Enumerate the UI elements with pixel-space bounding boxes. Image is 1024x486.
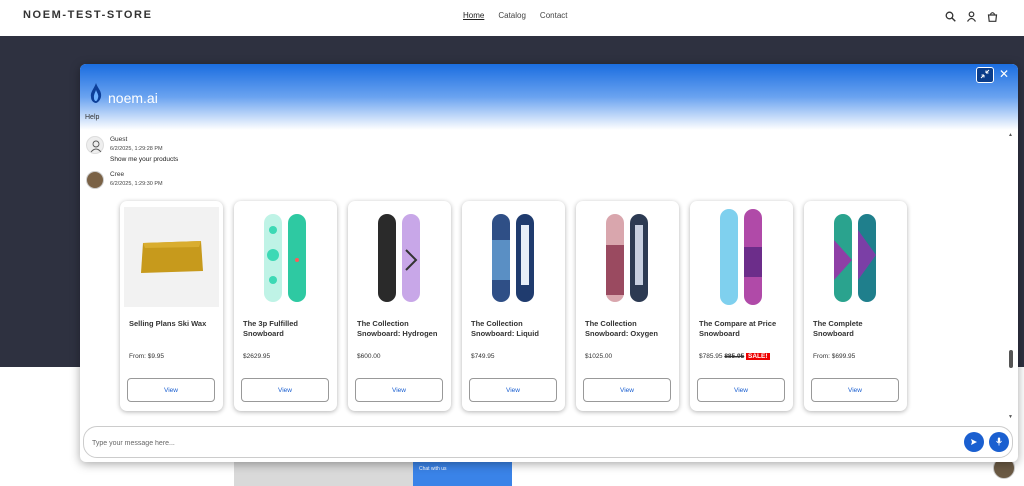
product-image[interactable]	[580, 207, 675, 307]
send-icon	[970, 433, 978, 451]
collapse-icon	[980, 66, 990, 84]
product-title: The 3p Fulfilled Snowboard	[243, 319, 299, 338]
widget-header: noem.ai Help ✕	[80, 64, 1018, 130]
product-card: The Collection Snowboard: Oxygen $1025.0…	[576, 201, 679, 411]
account-icon[interactable]	[966, 9, 977, 22]
view-button[interactable]: View	[241, 378, 329, 402]
message-text: Show me your products	[110, 156, 179, 163]
product-card: The Compare at Price Snowboard $785.95 8…	[690, 201, 793, 411]
nav-catalog[interactable]: Catalog	[498, 11, 526, 20]
product-title: The Collection Snowboard: Hydrogen	[357, 319, 438, 338]
product-price: $749.95	[471, 353, 495, 360]
cart-icon[interactable]	[987, 9, 998, 22]
close-icon: ✕	[998, 67, 1010, 81]
avatar	[86, 171, 104, 189]
product-image[interactable]	[808, 207, 903, 307]
guest-avatar-icon	[86, 136, 104, 154]
product-card: The Complete Snowboard From: $699.95 Vie…	[804, 201, 907, 411]
compare-price: 885.95	[724, 353, 745, 360]
view-button[interactable]: View	[583, 378, 671, 402]
scrollbar[interactable]: ▲ ▼	[1006, 130, 1016, 423]
scroll-up-icon[interactable]: ▲	[1008, 132, 1013, 138]
view-button[interactable]: View	[355, 378, 443, 402]
sale-badge: SALE!	[746, 353, 770, 360]
view-button[interactable]: View	[697, 378, 785, 402]
chat-widget: noem.ai Help ✕ Guest 6/2/2025, 1:29:28 P…	[80, 64, 1018, 462]
message-composer	[83, 426, 1013, 458]
store-header: NOEM-TEST-STORE Home Catalog Contact	[0, 0, 1024, 36]
product-title: The Collection Snowboard: Oxygen	[585, 319, 658, 338]
message-input[interactable]	[92, 435, 952, 451]
product-price: $785.95 885.95 SALE!	[699, 353, 770, 360]
product-image[interactable]	[466, 207, 561, 307]
help-link[interactable]: Help	[85, 114, 99, 121]
store-nav: Home Catalog Contact	[463, 11, 568, 20]
brand-name: noem.ai	[108, 90, 158, 106]
product-price: $2629.95	[243, 353, 271, 360]
message-time: 6/2/2025, 1:29:30 PM	[110, 181, 163, 187]
product-image[interactable]	[238, 207, 333, 307]
message-author: Cree	[110, 171, 125, 178]
search-icon[interactable]	[945, 9, 956, 22]
product-title: The Compare at Price Snowboard	[699, 319, 777, 338]
store-title[interactable]: NOEM-TEST-STORE	[23, 9, 153, 21]
microphone-button[interactable]	[989, 432, 1009, 452]
product-price: From: $699.95	[813, 353, 856, 360]
flame-logo-icon	[89, 83, 103, 103]
product-price: From: $9.95	[129, 353, 165, 360]
scroll-down-icon[interactable]: ▼	[1008, 414, 1013, 420]
view-button[interactable]: View	[469, 378, 557, 402]
send-button[interactable]	[964, 432, 984, 452]
message-author: Guest	[110, 136, 128, 143]
background-chat-label: Chat with us	[419, 466, 447, 472]
view-button[interactable]: View	[811, 378, 899, 402]
product-card: The Collection Snowboard: Hydrogen $600.…	[348, 201, 451, 411]
product-image[interactable]	[352, 207, 447, 307]
minimize-button[interactable]	[976, 67, 994, 83]
nav-contact[interactable]: Contact	[540, 11, 568, 20]
view-button[interactable]: View	[127, 378, 215, 402]
product-title: Selling Plans Ski Wax	[129, 319, 207, 328]
product-card: The Collection Snowboard: Liquid $749.95…	[462, 201, 565, 411]
product-card: The 3p Fulfilled Snowboard $2629.95 View	[234, 201, 337, 411]
sale-price: $785.95	[699, 353, 723, 360]
product-price: $1025.00	[585, 353, 613, 360]
background-chat-panel: Chat with us	[413, 458, 512, 486]
product-price: $600.00	[357, 353, 381, 360]
product-image[interactable]	[124, 207, 219, 307]
microphone-icon	[995, 433, 1003, 451]
product-image[interactable]	[694, 207, 789, 307]
product-card: Selling Plans Ski Wax From: $9.95 View	[120, 201, 223, 411]
store-icons	[945, 9, 998, 22]
close-button[interactable]: ✕	[998, 68, 1010, 80]
product-title: The Collection Snowboard: Liquid	[471, 319, 539, 338]
product-title: The Complete Snowboard	[813, 319, 863, 338]
message-time: 6/2/2025, 1:29:28 PM	[110, 146, 163, 152]
scroll-thumb[interactable]	[1009, 350, 1013, 368]
nav-home[interactable]: Home	[463, 11, 484, 20]
